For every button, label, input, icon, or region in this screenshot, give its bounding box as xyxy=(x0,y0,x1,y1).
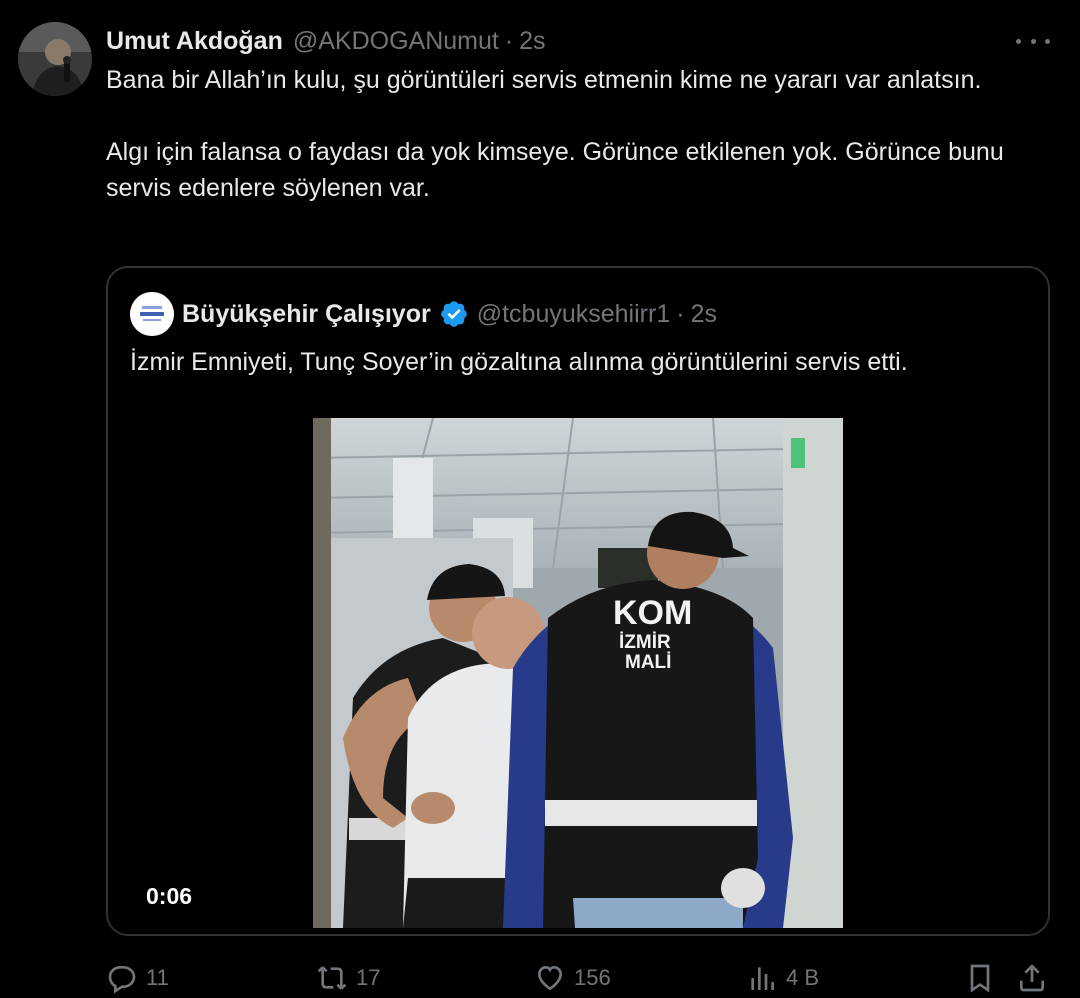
repost-icon xyxy=(317,966,347,990)
quoted-author-avatar[interactable] xyxy=(130,292,174,336)
bookmark-icon xyxy=(970,964,990,993)
quoted-tweet-text: İzmir Emniyeti, Tunç Soyer’in gözaltına … xyxy=(130,348,908,376)
vest-text-kom: KOM xyxy=(613,594,692,632)
video-thumbnail[interactable]: KOM İZMİR MALİ xyxy=(313,418,843,928)
quoted-timestamp[interactable]: 2s xyxy=(691,300,717,329)
like-button[interactable]: 156 xyxy=(534,960,611,996)
author-handle[interactable]: @AKDOGANumut xyxy=(293,27,499,56)
video-player[interactable]: KOM İZMİR MALİ 0:06 xyxy=(108,408,1048,934)
author-name[interactable]: Umut Akdoğan xyxy=(106,27,283,56)
tweet-timestamp[interactable]: 2s xyxy=(519,27,545,56)
quoted-tweet-header: Büyükşehir Çalışıyor @tcbuyuksehiirr1 · … xyxy=(130,292,717,336)
tweet-actions: 11 17 156 4 B xyxy=(106,958,1056,998)
more-icon[interactable] xyxy=(1016,28,1050,54)
reply-count: 11 xyxy=(146,965,169,990)
views-icon xyxy=(751,967,774,990)
author-avatar[interactable] xyxy=(18,22,92,96)
video-frame-image: KOM İZMİR MALİ xyxy=(313,418,843,928)
share-icon xyxy=(1020,964,1044,992)
heart-icon xyxy=(537,965,563,991)
tweet-header: Umut Akdoğan @AKDOGANumut · 2s xyxy=(106,24,546,58)
quoted-avatar-logo xyxy=(130,292,174,336)
separator-dot: · xyxy=(504,26,514,55)
avatar-photo xyxy=(18,22,92,96)
tweet-paragraph: Bana bir Allah’ın kulu, şu görüntüleri s… xyxy=(106,66,982,94)
repost-button[interactable]: 17 xyxy=(316,960,380,996)
quoted-author-handle[interactable]: @tcbuyuksehiirr1 xyxy=(477,300,671,329)
like-count: 156 xyxy=(574,965,611,990)
share-button[interactable] xyxy=(1016,960,1056,996)
reply-icon xyxy=(108,966,136,994)
views-button[interactable]: 4 B xyxy=(746,960,819,996)
more-dot xyxy=(1016,38,1021,44)
quoted-author-name[interactable]: Büyükşehir Çalışıyor xyxy=(182,300,431,329)
more-dot xyxy=(1030,38,1036,44)
separator-dot: · xyxy=(676,299,685,328)
views-count: 4 B xyxy=(786,965,820,990)
video-duration: 0:06 xyxy=(146,882,193,909)
verified-badge-icon xyxy=(440,301,467,327)
quoted-tweet[interactable]: Büyükşehir Çalışıyor @tcbuyuksehiirr1 · … xyxy=(106,266,1050,936)
vest-text-mali: MALİ xyxy=(625,652,671,673)
tweet-text: Bana bir Allah’ın kulu, şu görüntüleri s… xyxy=(106,62,1056,206)
repost-count: 17 xyxy=(356,965,381,990)
more-dot xyxy=(1045,38,1050,44)
bookmark-button[interactable] xyxy=(964,960,1004,996)
reply-button[interactable]: 11 xyxy=(106,960,169,996)
tweet-paragraph: Algı için falansa o faydası da yok kimse… xyxy=(106,138,1004,202)
vest-text-izmir: İZMİR xyxy=(619,632,671,653)
tweet-article[interactable]: Umut Akdoğan @AKDOGANumut · 2s Bana bir … xyxy=(0,0,1080,998)
